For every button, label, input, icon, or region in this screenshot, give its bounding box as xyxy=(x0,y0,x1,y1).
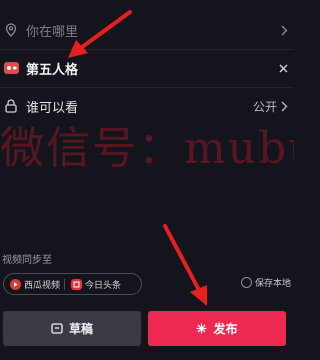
sync-target-toutiao-label: 今日头条 xyxy=(85,280,122,291)
publish-label: 发布 xyxy=(213,322,238,336)
publish-button[interactable]: 发布 xyxy=(148,311,286,346)
location-placeholder: 你在哪里 xyxy=(26,24,79,40)
toutiao-icon xyxy=(71,278,83,290)
sync-targets: 西瓜视频 今日头条 xyxy=(3,273,142,295)
lock-icon xyxy=(3,98,19,114)
sync-target-xigua-label: 西瓜视频 xyxy=(24,280,61,291)
privacy-label: 谁可以看 xyxy=(26,100,79,116)
save-local-label: 保存本地 xyxy=(254,279,291,289)
bottom-arrow xyxy=(163,224,202,294)
sync-label: 视频同步至 xyxy=(2,255,52,266)
location-row[interactable]: 你在哪里 xyxy=(0,12,294,48)
privacy-chevron-icon xyxy=(281,101,288,111)
sync-target-toutiao[interactable]: 今日头条 xyxy=(65,278,121,291)
game-tag-label: 第五人格 xyxy=(26,62,79,78)
draft-box-icon xyxy=(51,323,63,334)
sync-target-xigua[interactable]: 西瓜视频 xyxy=(4,278,60,291)
xigua-icon xyxy=(10,278,21,290)
checkbox-icon xyxy=(240,277,252,288)
privacy-value: 公开 xyxy=(253,98,288,115)
watermark-text: 微信号：mubuan1dc xyxy=(0,123,294,174)
location-pin-icon xyxy=(3,22,19,38)
sparkle-icon xyxy=(196,323,207,334)
draft-button[interactable]: 草稿 xyxy=(3,311,141,346)
save-local-toggle[interactable]: 保存本地 xyxy=(240,276,291,289)
bottom-arrowhead xyxy=(190,285,207,306)
remove-tag-close-icon[interactable] xyxy=(279,64,288,73)
draft-label: 草稿 xyxy=(68,322,93,336)
privacy-value-text: 公开 xyxy=(252,99,277,114)
game-controller-icon xyxy=(3,60,19,76)
location-chevron-icon xyxy=(281,25,288,36)
game-tag-row[interactable]: 第五人格 xyxy=(0,50,294,86)
